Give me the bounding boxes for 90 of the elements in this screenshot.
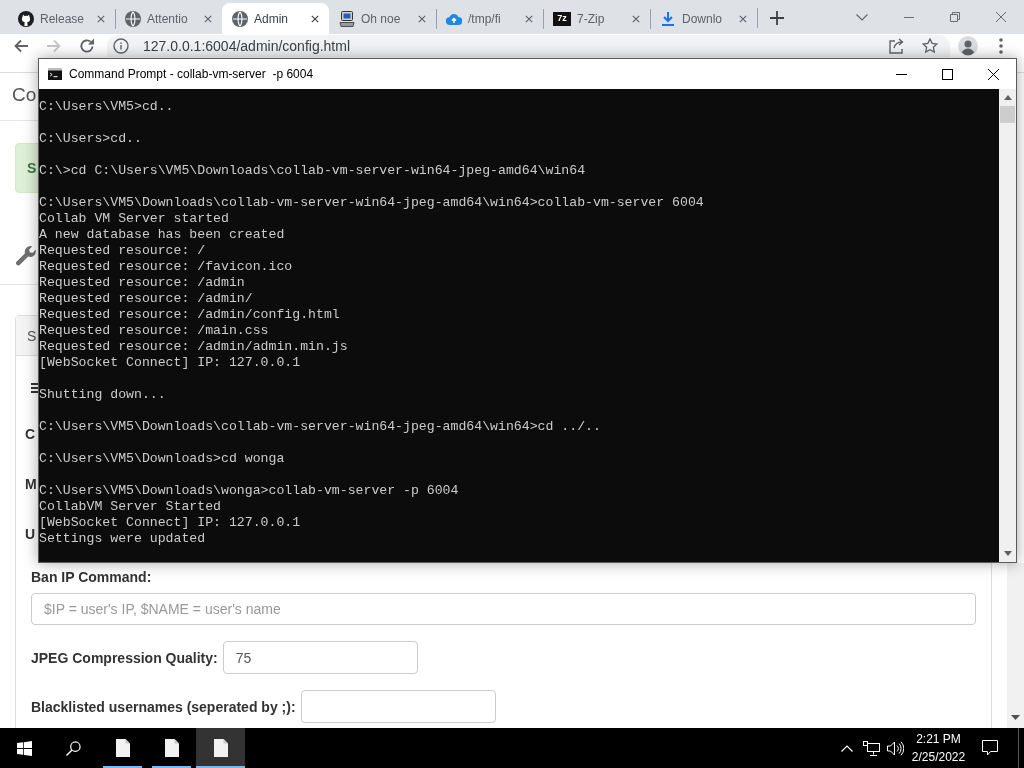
app-logo: 7z bbox=[553, 11, 571, 26]
back-arrow-icon bbox=[13, 38, 29, 54]
field-label: C bbox=[25, 425, 36, 444]
four-panes-icon bbox=[16, 740, 32, 756]
globe-icon bbox=[232, 10, 248, 27]
panel-title: S bbox=[27, 327, 37, 344]
console-line: C:\Users\VM5\Downloads\wonga>collab-vm-server -p 6004 bbox=[39, 483, 459, 499]
browser-tab[interactable]: Admin bbox=[222, 3, 329, 34]
console-line: C:\Users>cd.. bbox=[39, 131, 142, 147]
download-icon bbox=[662, 11, 674, 26]
page-scrollbar[interactable] bbox=[1007, 563, 1024, 728]
console-line: Collab VM Server started bbox=[39, 211, 229, 227]
console-icon bbox=[48, 68, 62, 80]
maximize-icon bbox=[941, 68, 953, 80]
input-field[interactable]: 75 bbox=[222, 641, 418, 674]
console-line: Shutting down... bbox=[39, 387, 166, 403]
window-title: Command Prompt - collab-vm-server -p 6004 bbox=[69, 67, 314, 81]
forward-arrow-icon bbox=[46, 38, 62, 54]
browser-tab[interactable]: Release bbox=[8, 3, 115, 34]
close-icon bbox=[97, 14, 105, 23]
cloud-upload-icon bbox=[446, 12, 462, 25]
field-label: U bbox=[25, 525, 36, 544]
scroll-up-icon[interactable] bbox=[1003, 95, 1012, 100]
restore-icon bbox=[950, 12, 960, 22]
console-line: C:\Users\VM5\Downloads\collab-vm-server-win64-jpeg-amd64\win64>cd ../.. bbox=[39, 419, 601, 435]
close-icon bbox=[739, 14, 747, 23]
computer-icon bbox=[339, 10, 355, 27]
menu-dots-icon bbox=[999, 38, 1003, 54]
globe-icon bbox=[125, 10, 141, 27]
close-icon bbox=[418, 14, 426, 23]
page-heading: Co bbox=[12, 84, 37, 105]
console-line: Requested resource: /admin bbox=[39, 275, 245, 291]
avatar-icon[interactable] bbox=[958, 36, 978, 56]
list-icon bbox=[31, 382, 38, 394]
close-icon bbox=[987, 68, 999, 80]
chevron-down-icon bbox=[856, 13, 868, 21]
scroll-down-icon[interactable] bbox=[1003, 551, 1012, 556]
console-line: Settings were updated bbox=[39, 531, 206, 547]
scroll-down-icon[interactable] bbox=[1011, 715, 1020, 720]
console-line: C:\Users\VM5\Downloads>cd wonga bbox=[39, 451, 285, 467]
console-line: [WebSocket Connect] IP: 127.0.0.1 bbox=[39, 515, 301, 531]
browser-tab[interactable]: Oh noe bbox=[329, 3, 436, 34]
taskbar-app-button[interactable] bbox=[196, 728, 245, 768]
console-line: Requested resource: / bbox=[39, 243, 206, 259]
search-icon bbox=[65, 740, 81, 756]
speech-bubble-icon bbox=[982, 740, 998, 756]
console-line: [WebSocket Connect] IP: 127.0.0.1 bbox=[39, 355, 301, 371]
close-icon bbox=[311, 14, 319, 23]
console-line: A new database has been created bbox=[39, 227, 285, 243]
console-line: Requested resource: /admin/config.html bbox=[39, 307, 340, 323]
address-bar[interactable]: 127.0.0.1:6004/admin/config.html bbox=[107, 35, 950, 57]
clock-button[interactable]: 2:21 PM 2/25/2022 bbox=[907, 728, 970, 768]
browser-tab[interactable]: Downlo bbox=[650, 3, 757, 34]
browser-tab[interactable]: 7z 7-Zip bbox=[543, 3, 650, 34]
reload-icon bbox=[79, 38, 95, 54]
console-line: C:\>cd C:\Users\VM5\Downloads\collab-vm-server-win64-jpeg-amd64\win64 bbox=[39, 163, 586, 179]
console-line: Requested resource: /main.css bbox=[39, 323, 269, 339]
volume-icon bbox=[886, 740, 904, 756]
close-icon bbox=[632, 14, 640, 23]
scroll-thumb[interactable] bbox=[1000, 106, 1015, 123]
console-line: Requested resource: /admin/admin.min.js bbox=[39, 339, 348, 355]
console-line: C:\Users\VM5>cd.. bbox=[39, 99, 174, 115]
document-icon bbox=[164, 739, 179, 757]
console-scrollbar[interactable] bbox=[999, 89, 1016, 562]
field-label: JPEG Compression Quality: bbox=[31, 648, 218, 668]
chevron-up-icon bbox=[841, 744, 853, 752]
document-icon bbox=[213, 739, 228, 757]
field-label: M bbox=[25, 475, 37, 494]
input-field[interactable] bbox=[300, 690, 496, 723]
cat-logo-icon bbox=[18, 10, 34, 27]
console-line: Requested resource: /admin/ bbox=[39, 291, 253, 307]
info-icon bbox=[113, 38, 129, 54]
console-line: Requested resource: /favicon.ico bbox=[39, 259, 293, 275]
input-field[interactable]: $IP = user's IP, $NAME = user's name bbox=[31, 593, 976, 625]
field-label: Ban IP Command: bbox=[31, 568, 152, 587]
wrench-icon bbox=[15, 245, 37, 267]
share-icon[interactable] bbox=[889, 38, 905, 54]
network-icon bbox=[862, 740, 880, 756]
browser-tab[interactable]: Attentio bbox=[115, 3, 222, 34]
browser-tab[interactable]: /tmp/fi bbox=[436, 3, 543, 34]
alert-message: S bbox=[27, 160, 37, 176]
console-line: CollabVM Server Started bbox=[39, 499, 222, 515]
close-icon bbox=[525, 14, 533, 23]
star-icon[interactable] bbox=[922, 38, 938, 54]
document-icon bbox=[115, 739, 130, 757]
field-label: Blacklisted usernames (seperated by ;): bbox=[31, 697, 296, 717]
plus-icon bbox=[770, 11, 784, 25]
close-icon bbox=[204, 14, 212, 23]
close-icon bbox=[996, 12, 1006, 22]
console-line: C:\Users\VM5\Downloads\collab-vm-server-win64-jpeg-amd64\win64>collab-vm-server 6004 bbox=[39, 195, 704, 211]
